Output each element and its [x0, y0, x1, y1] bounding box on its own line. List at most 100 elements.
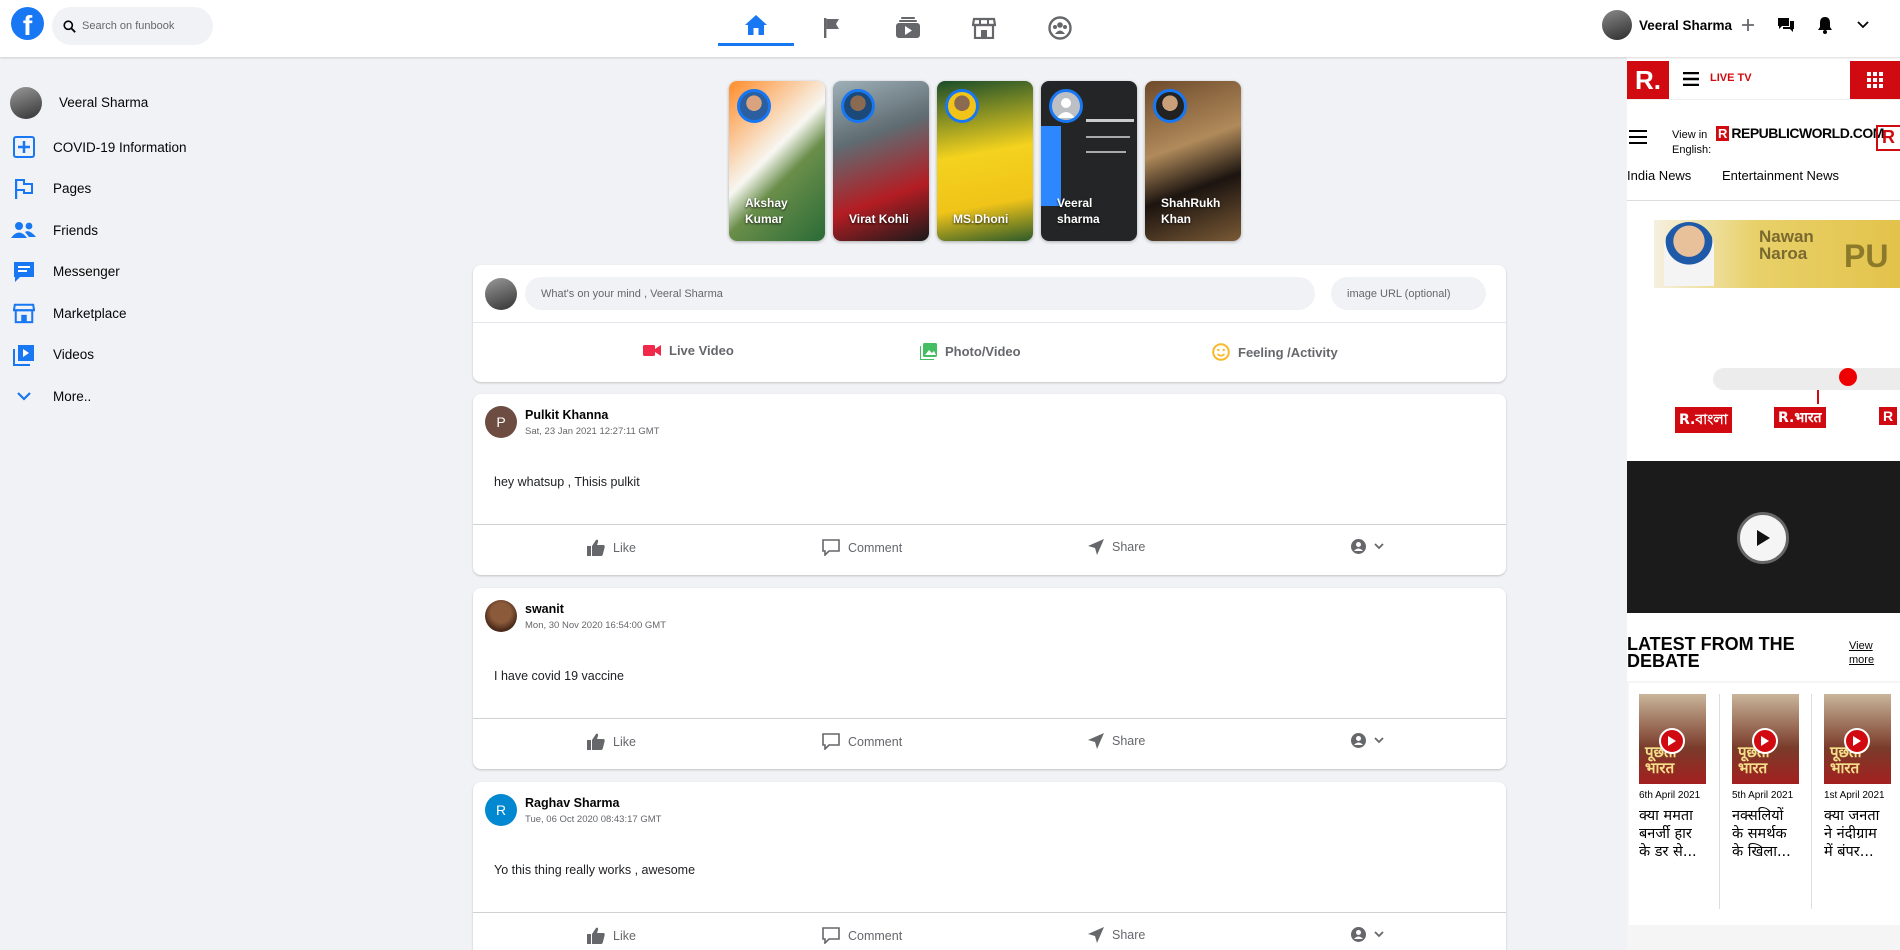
ad-banner[interactable]: Nawan Naroa PU [1654, 220, 1900, 288]
status-input[interactable] [525, 277, 1315, 310]
groups-icon [1048, 16, 1072, 40]
live-video-button[interactable]: Live Video [643, 343, 734, 358]
post-text: hey whatsup , Thisis pulkit [494, 475, 640, 489]
play-circle-icon [1659, 728, 1685, 754]
debate-date: 1st April 2021 [1824, 790, 1885, 801]
channel-bharat-partial[interactable]: R [1879, 407, 1898, 425]
create-button[interactable] [1739, 16, 1757, 34]
hamburger-icon[interactable] [1629, 130, 1647, 144]
channel-slider-track[interactable] [1713, 368, 1900, 390]
channel-slider-handle[interactable] [1839, 368, 1857, 386]
nav-pages[interactable] [794, 6, 870, 50]
comment-label: Comment [848, 928, 903, 943]
story-card[interactable]: Akshay Kumar [729, 81, 825, 241]
user-circle-icon [1351, 927, 1366, 942]
post-timestamp: Tue, 06 Oct 2020 08:43:17 GMT [525, 814, 662, 825]
chevron-down-icon [1374, 737, 1384, 744]
photo-video-label: Photo/Video [945, 344, 1021, 359]
post-avatar[interactable]: R [485, 794, 517, 826]
debate-thumbnail[interactable]: पूछता भारत [1639, 694, 1706, 784]
sidebar-item-videos[interactable]: Videos [10, 334, 187, 376]
comment-button[interactable]: Comment [822, 733, 902, 750]
channel-bharat[interactable]: R.भारत [1774, 407, 1826, 428]
share-label: Share [1112, 540, 1146, 554]
header-profile[interactable]: Veeral Sharma [1602, 10, 1732, 40]
live-tv-link[interactable]: LIVE TV [1710, 72, 1752, 84]
comment-button[interactable]: Comment [822, 539, 902, 556]
search-input[interactable] [82, 20, 202, 32]
post-avatar[interactable]: P [485, 406, 517, 438]
post-card: R Raghav Sharma Tue, 06 Oct 2020 08:43:1… [473, 782, 1506, 950]
chevron-down-icon [1374, 931, 1384, 938]
funbook-logo[interactable]: f [11, 7, 44, 40]
tab-entertainment-news[interactable]: Entertainment News [1722, 168, 1839, 183]
audience-button[interactable] [1351, 539, 1384, 554]
republic-logo[interactable]: R. [1627, 61, 1669, 99]
notifications-button[interactable] [1816, 16, 1834, 34]
english-label: English: [1672, 144, 1712, 156]
post-author[interactable]: Pulkit Khanna [525, 408, 608, 422]
sidebar-item-covid[interactable]: COVID-19 Information [10, 127, 187, 169]
channel-bangla[interactable]: R.বাংলা [1675, 407, 1732, 433]
live-video-player[interactable] [1627, 461, 1900, 613]
debate-thumbnail[interactable]: पूछता भारत [1824, 694, 1891, 784]
story-avatar [1049, 89, 1083, 123]
covid-plus-icon [13, 136, 35, 159]
account-menu-button[interactable] [1854, 16, 1872, 34]
sidebar-profile[interactable]: Veeral Sharma [10, 82, 187, 124]
story-card[interactable]: Veeral sharma [1041, 81, 1137, 241]
chevron-down-icon [17, 391, 31, 401]
tab-india-news[interactable]: India News [1627, 168, 1691, 183]
view-more-link[interactable]: View more [1849, 639, 1889, 667]
story-card[interactable]: Virat Kohli [833, 81, 929, 241]
plus-icon [1742, 19, 1754, 31]
post-avatar[interactable] [485, 600, 517, 632]
photo-video-button[interactable]: Photo/Video [920, 343, 1021, 360]
nav-marketplace[interactable] [946, 6, 1022, 50]
post-author[interactable]: Raghav Sharma [525, 796, 619, 810]
story-card[interactable]: MS.Dhoni [937, 81, 1033, 241]
republicworld-link[interactable]: R REPUBLICWORLD.COM [1716, 125, 1884, 141]
post-text: Yo this thing really works , awesome [494, 863, 696, 877]
share-icon [1088, 927, 1104, 943]
play-button[interactable] [1737, 512, 1789, 564]
image-url-input[interactable] [1331, 277, 1486, 310]
audience-button[interactable] [1351, 927, 1384, 942]
share-button[interactable]: Share [1088, 733, 1145, 749]
sidebar-item-friends[interactable]: Friends [10, 210, 187, 252]
post-author[interactable]: swanit [525, 602, 564, 616]
debate-thumbnail[interactable]: पूछता भारत [1732, 694, 1799, 784]
story-name: MS.Dhoni [953, 212, 1009, 226]
marketplace-icon [13, 303, 35, 324]
nav-watch[interactable] [870, 6, 946, 50]
debate-title[interactable]: नक्सलियों के समर्थक के खिला... [1732, 807, 1798, 861]
hamburger-icon[interactable] [1683, 72, 1699, 86]
story-avatar [945, 89, 979, 123]
debate-title[interactable]: क्या जनता ने नंदीग्राम में बंपर... [1824, 807, 1890, 861]
like-button[interactable]: Like [587, 927, 636, 944]
share-button[interactable]: Share [1088, 927, 1145, 943]
apps-grid-button[interactable] [1850, 61, 1900, 99]
like-button[interactable]: Like [587, 539, 636, 556]
nav-groups[interactable] [1022, 6, 1098, 50]
audience-button[interactable] [1351, 733, 1384, 748]
flag-icon [15, 178, 33, 199]
story-card[interactable]: ShahRukh Khan [1145, 81, 1241, 241]
sidebar-item-messenger[interactable]: Messenger [10, 251, 187, 293]
share-button[interactable]: Share [1088, 539, 1145, 555]
like-label: Like [613, 928, 636, 943]
header-user-name: Veeral Sharma [1639, 17, 1733, 33]
messenger-button[interactable] [1777, 16, 1795, 34]
search-box[interactable] [52, 7, 213, 45]
like-button[interactable]: Like [587, 733, 636, 750]
feeling-activity-button[interactable]: Feeling /Activity [1212, 343, 1338, 361]
sidebar-item-marketplace[interactable]: Marketplace [10, 293, 187, 335]
sidebar-item-more[interactable]: More.. [10, 376, 187, 418]
nav-home[interactable] [718, 6, 794, 46]
comment-label: Comment [848, 734, 903, 749]
sidebar-item-pages[interactable]: Pages [10, 168, 187, 210]
comment-button[interactable]: Comment [822, 927, 902, 944]
play-circle-icon [1752, 728, 1778, 754]
post-card: P Pulkit Khanna Sat, 23 Jan 2021 12:27:1… [473, 394, 1506, 575]
debate-title[interactable]: क्या ममता बनर्जी हार के डर से... [1639, 807, 1705, 861]
